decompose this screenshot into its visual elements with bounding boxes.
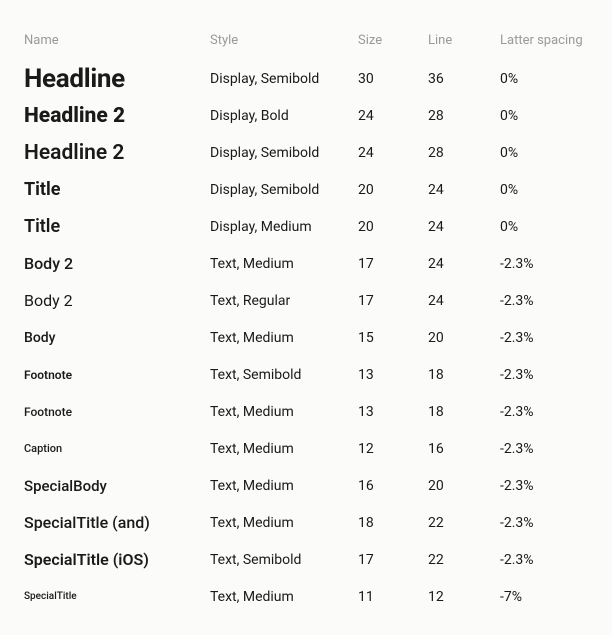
type-sample: Body 2 <box>24 254 210 273</box>
cell-style: Display, Bold <box>210 108 358 124</box>
type-sample: Headline 2 <box>24 104 210 128</box>
cell-spacing: -7% <box>500 589 588 605</box>
cell-size: 13 <box>358 367 428 383</box>
cell-spacing: 0% <box>500 108 588 124</box>
cell-size: 30 <box>358 71 428 87</box>
cell-size: 24 <box>358 145 428 161</box>
cell-line: 24 <box>428 182 500 198</box>
cell-style: Display, Semibold <box>210 145 358 161</box>
table-row: Title Display, Medium 20 24 0% <box>24 208 588 245</box>
type-sample: Footnote <box>24 368 210 382</box>
cell-style: Text, Medium <box>210 404 358 420</box>
cell-spacing: -2.3% <box>500 330 588 346</box>
cell-style: Text, Semibold <box>210 367 358 383</box>
cell-spacing: 0% <box>500 145 588 161</box>
cell-style: Text, Medium <box>210 515 358 531</box>
table-row: Headline Display, Semibold 30 36 0% <box>24 60 588 97</box>
cell-style: Text, Medium <box>210 589 358 605</box>
cell-size: 20 <box>358 182 428 198</box>
header-size: Size <box>358 33 428 48</box>
cell-line: 16 <box>428 441 500 457</box>
type-sample: Title <box>24 179 210 200</box>
cell-spacing: -2.3% <box>500 441 588 457</box>
cell-style: Display, Semibold <box>210 182 358 198</box>
header-spacing: Latter spacing <box>500 33 588 48</box>
type-sample: SpecialBody <box>24 477 210 495</box>
cell-size: 17 <box>358 293 428 309</box>
cell-size: 17 <box>358 552 428 568</box>
table-row: Caption Text, Medium 12 16 -2.3% <box>24 430 588 467</box>
cell-size: 17 <box>358 256 428 272</box>
table-header-row: Name Style Size Line Latter spacing <box>24 20 588 60</box>
type-sample: Body <box>24 330 210 346</box>
cell-size: 11 <box>358 589 428 605</box>
cell-line: 36 <box>428 71 500 87</box>
cell-size: 20 <box>358 219 428 235</box>
table-row: Headline 2 Display, Semibold 24 28 0% <box>24 134 588 171</box>
cell-line: 24 <box>428 293 500 309</box>
cell-style: Text, Medium <box>210 256 358 272</box>
table-row: Body Text, Medium 15 20 -2.3% <box>24 319 588 356</box>
cell-style: Display, Semibold <box>210 71 358 87</box>
table-row: Body 2 Text, Regular 17 24 -2.3% <box>24 282 588 319</box>
header-line: Line <box>428 33 500 48</box>
cell-spacing: -2.3% <box>500 515 588 531</box>
type-sample: SpecialTitle <box>24 591 210 602</box>
cell-line: 28 <box>428 145 500 161</box>
cell-size: 13 <box>358 404 428 420</box>
table-row: Footnote Text, Medium 13 18 -2.3% <box>24 393 588 430</box>
cell-style: Text, Medium <box>210 478 358 494</box>
cell-spacing: -2.3% <box>500 293 588 309</box>
cell-style: Text, Medium <box>210 441 358 457</box>
cell-style: Text, Semibold <box>210 552 358 568</box>
cell-line: 20 <box>428 478 500 494</box>
cell-spacing: -2.3% <box>500 478 588 494</box>
cell-spacing: -2.3% <box>500 552 588 568</box>
cell-size: 18 <box>358 515 428 531</box>
table-row: SpecialTitle Text, Medium 11 12 -7% <box>24 578 588 615</box>
table-row: SpecialBody Text, Medium 16 20 -2.3% <box>24 467 588 504</box>
type-sample: SpecialTitle (iOS) <box>24 550 210 569</box>
cell-line: 24 <box>428 256 500 272</box>
cell-line: 18 <box>428 404 500 420</box>
header-style: Style <box>210 33 358 48</box>
type-sample: Headline <box>24 64 210 94</box>
cell-line: 12 <box>428 589 500 605</box>
type-sample: SpecialTitle (and) <box>24 513 210 532</box>
typography-table: Name Style Size Line Latter spacing Head… <box>0 0 612 635</box>
cell-line: 24 <box>428 219 500 235</box>
cell-size: 24 <box>358 108 428 124</box>
cell-line: 18 <box>428 367 500 383</box>
cell-line: 22 <box>428 515 500 531</box>
header-name: Name <box>24 33 210 48</box>
cell-spacing: 0% <box>500 182 588 198</box>
table-row: SpecialTitle (and) Text, Medium 18 22 -2… <box>24 504 588 541</box>
type-sample: Footnote <box>24 405 210 419</box>
table-row: SpecialTitle (iOS) Text, Semibold 17 22 … <box>24 541 588 578</box>
type-sample: Body 2 <box>24 291 210 310</box>
table-row: Headline 2 Display, Bold 24 28 0% <box>24 97 588 134</box>
cell-size: 12 <box>358 441 428 457</box>
type-sample: Caption <box>24 442 210 455</box>
table-row: Footnote Text, Semibold 13 18 -2.3% <box>24 356 588 393</box>
type-sample: Title <box>24 216 210 237</box>
cell-spacing: 0% <box>500 71 588 87</box>
cell-spacing: -2.3% <box>500 256 588 272</box>
cell-spacing: 0% <box>500 219 588 235</box>
cell-line: 22 <box>428 552 500 568</box>
cell-line: 20 <box>428 330 500 346</box>
cell-style: Text, Regular <box>210 293 358 309</box>
cell-size: 15 <box>358 330 428 346</box>
cell-style: Display, Medium <box>210 219 358 235</box>
cell-style: Text, Medium <box>210 330 358 346</box>
table-row: Title Display, Semibold 20 24 0% <box>24 171 588 208</box>
cell-size: 16 <box>358 478 428 494</box>
cell-line: 28 <box>428 108 500 124</box>
table-row: Body 2 Text, Medium 17 24 -2.3% <box>24 245 588 282</box>
cell-spacing: -2.3% <box>500 404 588 420</box>
cell-spacing: -2.3% <box>500 367 588 383</box>
type-sample: Headline 2 <box>24 141 210 165</box>
